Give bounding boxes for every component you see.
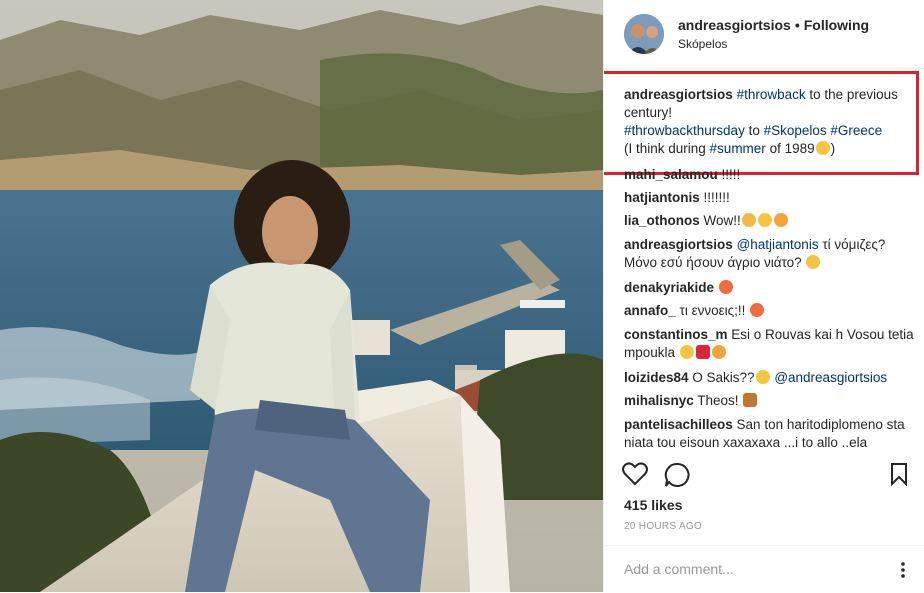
comment-username[interactable]: annafo_ bbox=[624, 303, 676, 318]
laughing-emoji-icon bbox=[679, 345, 694, 359]
heart-eyes-emoji-icon bbox=[718, 280, 733, 294]
comment-item: mahi_salamou !!!!! bbox=[624, 166, 914, 184]
comment-item: pantelisachilleos San ton haritodiplomen… bbox=[624, 416, 914, 452]
comment-item: constantinos_m Esi o Rouvas kai h Vosou … bbox=[624, 326, 914, 362]
highlight-box bbox=[604, 71, 919, 175]
comment-text: !!!!!!! bbox=[699, 190, 730, 205]
photo-illustration bbox=[0, 0, 603, 592]
comment-item: lia_othonos Wow!! bbox=[624, 212, 914, 230]
comment-text: !!!!! bbox=[717, 167, 741, 182]
ok-hand-emoji-icon bbox=[741, 213, 756, 227]
comment-item: annafo_ τι εννοεις;!! bbox=[624, 302, 914, 320]
comment-text: Theos! bbox=[693, 393, 739, 408]
kiss-emoji-icon bbox=[711, 345, 726, 359]
comment-username[interactable]: mahi_salamou bbox=[624, 167, 718, 182]
comment-username[interactable]: pantelisachilleos bbox=[624, 417, 733, 432]
comment-username[interactable]: loizides84 bbox=[624, 370, 689, 385]
comment-item: andreasgiortsios @hatjiantonis τί νόμιζε… bbox=[624, 236, 914, 272]
add-comment-bar: Add a comment... bbox=[604, 545, 924, 593]
comment-text: O Sakis?? bbox=[688, 370, 755, 385]
comment-username[interactable]: lia_othonos bbox=[624, 213, 700, 228]
header-username[interactable]: andreasgiortsios bbox=[678, 17, 791, 33]
add-comment-input[interactable]: Add a comment... bbox=[624, 561, 734, 577]
comment-item: denakyriakide bbox=[624, 279, 914, 297]
action-bar bbox=[604, 452, 924, 487]
comment-text bbox=[714, 280, 718, 295]
comment-username[interactable]: mihalisnyc bbox=[624, 393, 694, 408]
post-sidebar: andreasgiortsios • Following Skópelos andr… bbox=[603, 0, 924, 592]
comment-icon[interactable] bbox=[664, 462, 690, 493]
smile-emoji-icon bbox=[757, 213, 772, 227]
header-line: andreasgiortsios • Following bbox=[678, 17, 869, 33]
avatar[interactable] bbox=[624, 14, 664, 54]
more-options-icon[interactable] bbox=[895, 561, 911, 584]
follow-status-button[interactable]: Following bbox=[804, 17, 869, 33]
post-timestamp: 20 HOURS AGO bbox=[624, 521, 703, 532]
comment-mention[interactable]: @andreasgiortsios bbox=[774, 370, 887, 385]
comment-item: hatjiantonis !!!!!!! bbox=[624, 189, 914, 207]
comment-username[interactable]: andreasgiortsios bbox=[624, 237, 733, 252]
location-link[interactable]: Skópelos bbox=[678, 37, 727, 51]
comment-item: mihalisnyc Theos! bbox=[624, 392, 914, 410]
likes-count[interactable]: 415 likes bbox=[624, 497, 682, 513]
wink-emoji-icon bbox=[755, 370, 770, 384]
comment-username[interactable]: constantinos_m bbox=[624, 327, 728, 342]
comments-list[interactable]: andreasgiortsios #throwback to the previ… bbox=[604, 68, 924, 452]
kiss-emoji-icon bbox=[773, 213, 788, 227]
comment-username[interactable]: denakyriakide bbox=[624, 280, 714, 295]
wink-emoji-icon bbox=[806, 255, 821, 269]
bookmark-icon[interactable] bbox=[890, 462, 908, 491]
red-heart-icon bbox=[695, 345, 710, 359]
heart-icon[interactable] bbox=[622, 462, 648, 491]
comment-mention[interactable]: @hatjiantonis bbox=[737, 237, 819, 252]
comment-item: loizides84 O Sakis?? @andreasgiortsios bbox=[624, 369, 914, 387]
comment-text: τι εννοεις;!! bbox=[675, 303, 746, 318]
medal-emoji-icon bbox=[743, 393, 758, 407]
heart-eyes-emoji-icon bbox=[750, 303, 765, 317]
post-photo[interactable] bbox=[0, 0, 603, 592]
comment-username[interactable]: hatjiantonis bbox=[624, 190, 700, 205]
separator-dot: • bbox=[794, 17, 800, 33]
post-header: andreasgiortsios • Following Skópelos bbox=[604, 0, 924, 69]
comment-text: Wow!! bbox=[699, 213, 741, 228]
